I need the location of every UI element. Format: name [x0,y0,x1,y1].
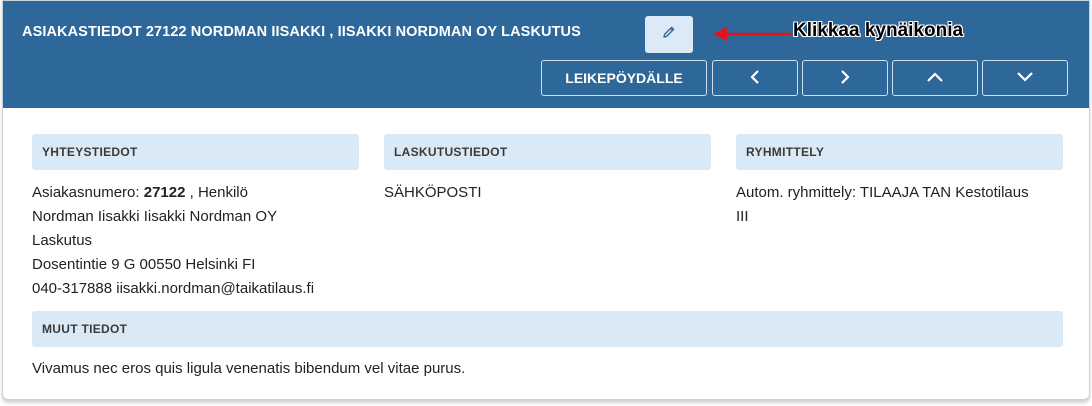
contact-info: Asiakasnumero: 27122 , Henkilö Nordman I… [32,181,362,301]
previous-button[interactable] [712,60,798,96]
billing-method: SÄHKÖPOSTI [384,184,482,201]
billing-info: SÄHKÖPOSTI [384,181,714,205]
grouping-section-heading: RYHMITTELY [736,134,1063,170]
contact-section-heading: YHTEYSTIEDOT [32,134,359,170]
pencil-icon [662,25,676,44]
customer-phone-email: 040-317888 iisakki.nordman@taikatilaus.f… [32,280,315,297]
callout-arrow [711,23,793,50]
chevron-up-icon [926,70,944,86]
customer-number-line: Asiakasnumero: 27122 , Henkilö [32,181,362,205]
other-section-heading: MUUT TIEDOT [32,311,1063,347]
scroll-down-button[interactable] [982,60,1068,96]
other-info: Vivamus nec eros quis ligula venenatis b… [32,360,466,377]
next-button[interactable] [802,60,888,96]
customer-number-label: Asiakasnumero: [32,184,140,201]
page-title: ASIAKASTIEDOT 27122 NORDMAN IISAKKI , II… [22,24,581,40]
chevron-down-icon [1016,70,1034,86]
clipboard-label: LEIKEPÖYDÄLLE [565,70,683,86]
customer-address: Dosentintie 9 G 00550 Helsinki FI [32,256,256,273]
customer-name-line1: Nordman Iisakki Iisakki Nordman OY [32,208,278,225]
customer-name-line2: Laskutus [32,232,93,249]
scroll-up-button[interactable] [892,60,978,96]
clipboard-button[interactable]: LEIKEPÖYDÄLLE [541,60,707,96]
chevron-left-icon [749,69,761,88]
grouping-line1: Autom. ryhmittely: TILAAJA TAN Kestotila… [736,184,1029,201]
edit-button[interactable] [645,16,693,53]
customer-card: ASIAKASTIEDOT 27122 NORDMAN IISAKKI , II… [2,0,1090,400]
card-header: ASIAKASTIEDOT 27122 NORDMAN IISAKKI , II… [3,1,1089,108]
grouping-line2: III [736,208,749,225]
customer-type: , Henkilö [189,184,248,201]
customer-number-value: 27122 [143,184,186,201]
billing-section-heading: LASKUTUSTIEDOT [384,134,711,170]
callout-text: Klikkaa kynäikonia [793,20,964,41]
grouping-info: Autom. ryhmittely: TILAAJA TAN Kestotila… [736,181,1066,229]
chevron-right-icon [839,69,851,88]
